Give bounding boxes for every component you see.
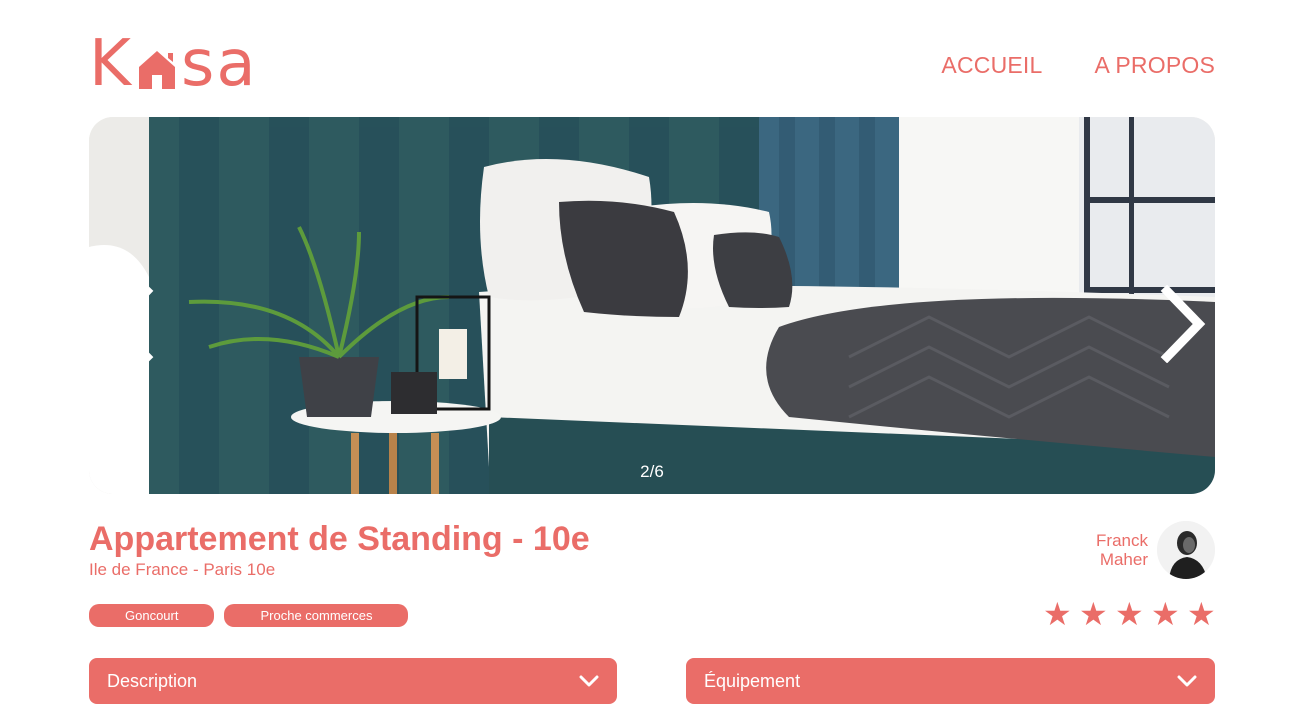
nav-link-accueil[interactable]: ACCUEIL (941, 52, 1042, 79)
logo-letters-right: sa (180, 27, 258, 101)
host-name: Franck Maher (1096, 531, 1148, 569)
host-first-name: Franck (1096, 531, 1148, 550)
equipment-collapse[interactable]: Équipement (686, 658, 1215, 704)
description-label: Description (107, 670, 198, 691)
star-icon: ★ (1079, 595, 1108, 633)
main-nav: ACCUEIL A PROPOS (941, 52, 1215, 79)
nav-link-a-propos[interactable]: A PROPOS (1095, 52, 1215, 79)
chevron-down-icon (1177, 675, 1197, 687)
house-icon (138, 51, 175, 89)
host-photo (1157, 521, 1215, 579)
star-icon: ★ (1115, 595, 1144, 633)
chevron-right-icon[interactable] (1157, 285, 1211, 363)
tag: Proche commerces (224, 604, 409, 627)
listing-title: Appartement de Standing - 10e (89, 520, 590, 558)
listing-photo (89, 117, 1215, 494)
slide-counter: 2/6 (640, 462, 664, 481)
site-header: K sa ACCUEIL A PROPOS (89, 30, 1215, 100)
photo-carousel: 2/6 (89, 117, 1215, 494)
equipment-label: Équipement (704, 670, 801, 691)
star-icon: ★ (1187, 595, 1216, 633)
star-icon: ★ (1151, 595, 1180, 633)
tag-list: Goncourt Proche commerces (89, 604, 409, 627)
chevron-down-icon (579, 675, 599, 687)
rating-stars: ★ ★ ★ ★ ★ (1043, 595, 1216, 633)
host-last-name: Maher (1099, 550, 1148, 569)
chevron-left-icon[interactable] (103, 285, 157, 363)
logo-letters-left: K (89, 27, 133, 101)
host-avatar (1157, 521, 1215, 579)
tag: Goncourt (89, 604, 215, 627)
kasa-logo[interactable]: K sa (89, 30, 284, 98)
description-collapse[interactable]: Description (89, 658, 617, 704)
star-icon: ★ (1043, 595, 1072, 633)
listing-location: Ile de France - Paris 10e (89, 560, 276, 579)
host-info: Franck Maher (1096, 521, 1215, 579)
